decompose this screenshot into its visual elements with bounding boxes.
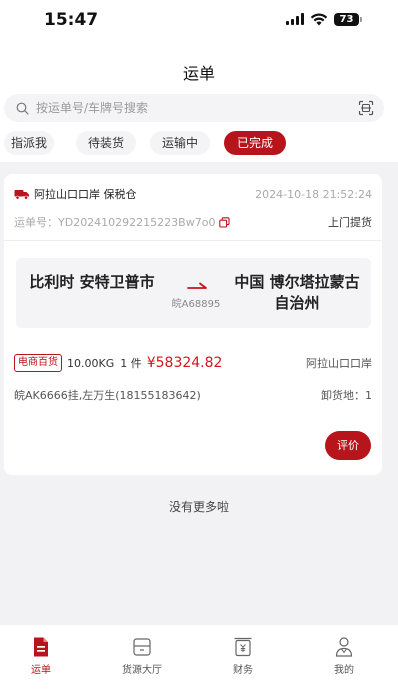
tabbar-item-waybill[interactable]: 运单 xyxy=(11,636,71,676)
cargo-hall-icon xyxy=(133,638,151,656)
unload-location: 卸货地：1 xyxy=(321,389,372,402)
order-number: 运单号：YD202410292215223Bw7o0 xyxy=(14,214,230,230)
battery-icon: 73 xyxy=(334,12,362,26)
page-title: 运单 xyxy=(182,64,215,83)
cargo-price: ¥58324.82 xyxy=(146,355,223,371)
company-name: 阿拉山口口岸 保税仓 xyxy=(34,188,137,201)
driver-info: 皖AK6666挂,左万生(18155183642) 卸货地：1 xyxy=(14,387,372,403)
divider xyxy=(4,240,382,241)
tab-assigned[interactable]: 指派我 xyxy=(4,131,54,155)
battery-level: 73 xyxy=(334,12,359,26)
search-icon xyxy=(14,100,30,116)
signal-icon xyxy=(286,13,304,25)
filter-tabs: 指派我 待装货 运输中 已完成 xyxy=(0,131,398,155)
profile-icon xyxy=(335,637,353,657)
tab-pending-load[interactable]: 待装货 xyxy=(76,131,136,155)
bottom-tab-bar: 运单 货源大厅 财务 我的 xyxy=(0,625,398,694)
route-destination: 中国 博尔塔拉蒙古自治州 xyxy=(234,273,360,312)
tabbar-label-cargo-hall: 货源大厅 xyxy=(122,665,162,676)
waybill-icon xyxy=(34,637,48,657)
search-input[interactable] xyxy=(36,101,358,115)
status-icons: 73 xyxy=(286,12,362,26)
route-box: 比利时 安特卫普市 皖A68895 中国 博尔塔拉蒙古自治州 xyxy=(16,258,371,328)
route-origin: 比利时 安特卫普市 xyxy=(29,273,155,291)
company: 阿拉山口口岸 保税仓 xyxy=(14,186,137,202)
wifi-icon xyxy=(310,13,328,26)
cargo-info: 电商百货 10.00KG 1 件 ¥58324.82 阿拉山口口岸 xyxy=(14,354,372,372)
tab-completed[interactable]: 已完成 xyxy=(224,131,286,155)
order-number-text: 运单号：YD202410292215223Bw7o0 xyxy=(14,216,216,229)
status-bar: 15:47 73 xyxy=(0,0,398,44)
copy-icon[interactable] xyxy=(219,216,230,228)
tabbar-item-finance[interactable]: 财务 xyxy=(213,636,273,676)
cargo-type-tag: 电商百货 xyxy=(14,354,62,372)
tabbar-item-cargo-hall[interactable]: 货源大厅 xyxy=(112,636,172,676)
order-time: 2024-10-18 21:52:24 xyxy=(255,187,372,201)
tabbar-item-profile[interactable]: 我的 xyxy=(314,636,374,676)
vehicle-plate: 皖A68895 xyxy=(171,299,221,310)
cargo-destination: 阿拉山口口岸 xyxy=(306,357,372,370)
tabbar-label-profile: 我的 xyxy=(334,665,354,676)
driver-name: 皖AK6666挂,左万生(18155183642) xyxy=(14,389,201,402)
tab-in-transit[interactable]: 运输中 xyxy=(150,131,210,155)
finance-icon xyxy=(234,637,252,657)
status-time: 15:47 xyxy=(44,10,99,30)
list-end-message: 没有更多啦 xyxy=(168,500,229,514)
cargo-weight: 10.00KG xyxy=(67,356,115,370)
arrow-right-icon xyxy=(187,282,207,289)
truck-icon xyxy=(14,190,29,200)
rate-button[interactable]: 评价 xyxy=(325,431,371,460)
tabbar-label-waybill: 运单 xyxy=(31,665,51,676)
tabbar-label-finance: 财务 xyxy=(233,665,253,676)
scan-icon[interactable] xyxy=(358,100,374,116)
search-bar[interactable] xyxy=(4,94,384,122)
cargo-quantity: 1 件 xyxy=(120,357,142,370)
pickup-method: 上门提货 xyxy=(328,216,372,229)
order-card[interactable]: 阿拉山口口岸 保税仓 2024-10-18 21:52:24 运单号：YD202… xyxy=(4,174,382,475)
